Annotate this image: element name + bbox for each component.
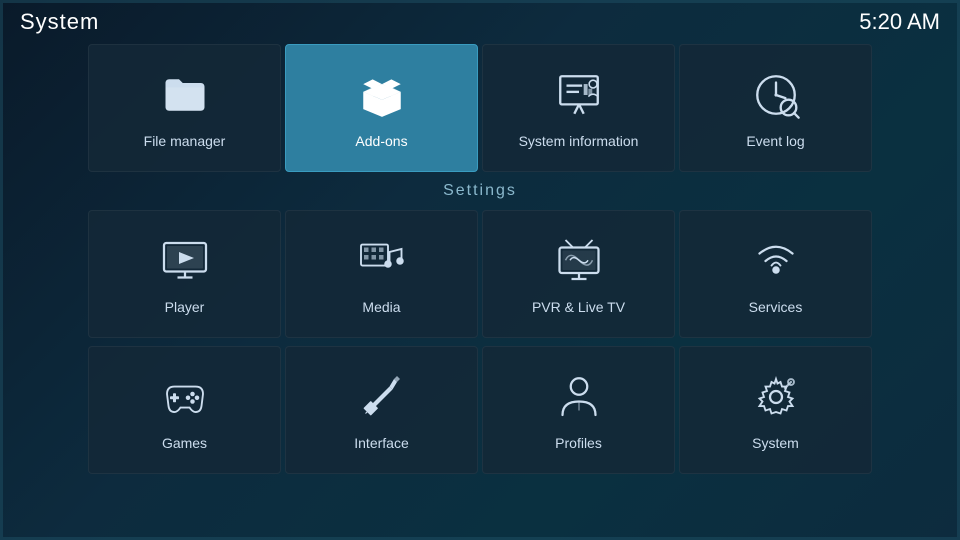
addons-icon xyxy=(352,68,412,123)
interface-label: Interface xyxy=(354,435,408,451)
system-information-label: System information xyxy=(519,133,639,149)
profiles-icon xyxy=(549,370,609,425)
games-label: Games xyxy=(162,435,207,451)
player-icon xyxy=(155,234,215,289)
tile-games[interactable]: Games xyxy=(88,346,281,474)
media-label: Media xyxy=(362,299,400,315)
top-bar: System 5:20 AM xyxy=(0,0,960,44)
settings-section: Settings Player xyxy=(0,176,960,478)
settings-row-2: Games Interface xyxy=(0,342,960,478)
games-icon xyxy=(155,370,215,425)
top-tiles-row: File manager Add-ons xyxy=(0,44,960,172)
tile-system-information[interactable]: System information xyxy=(482,44,675,172)
pvr-live-tv-label: PVR & Live TV xyxy=(532,299,625,315)
player-label: Player xyxy=(165,299,205,315)
sysinfo-icon xyxy=(549,68,609,123)
tile-services[interactable]: Services xyxy=(679,210,872,338)
eventlog-icon xyxy=(746,68,806,123)
tile-player[interactable]: Player xyxy=(88,210,281,338)
services-label: Services xyxy=(749,299,803,315)
add-ons-label: Add-ons xyxy=(355,133,407,149)
tile-interface[interactable]: Interface xyxy=(285,346,478,474)
file-manager-label: File manager xyxy=(144,133,226,149)
folder-icon xyxy=(155,68,215,123)
tile-add-ons[interactable]: Add-ons xyxy=(285,44,478,172)
pvr-icon xyxy=(549,234,609,289)
profiles-label: Profiles xyxy=(555,435,602,451)
settings-row-1: Player Media xyxy=(0,206,960,342)
services-icon xyxy=(746,234,806,289)
tile-system[interactable]: System xyxy=(679,346,872,474)
interface-icon xyxy=(352,370,412,425)
clock: 5:20 AM xyxy=(859,9,940,35)
tile-pvr-live-tv[interactable]: PVR & Live TV xyxy=(482,210,675,338)
tile-media[interactable]: Media xyxy=(285,210,478,338)
tile-event-log[interactable]: Event log xyxy=(679,44,872,172)
settings-header: Settings xyxy=(0,176,960,206)
tile-file-manager[interactable]: File manager xyxy=(88,44,281,172)
event-log-label: Event log xyxy=(746,133,804,149)
media-icon xyxy=(352,234,412,289)
system-label: System xyxy=(752,435,799,451)
app-title: System xyxy=(20,9,99,35)
tile-profiles[interactable]: Profiles xyxy=(482,346,675,474)
system-icon xyxy=(746,370,806,425)
